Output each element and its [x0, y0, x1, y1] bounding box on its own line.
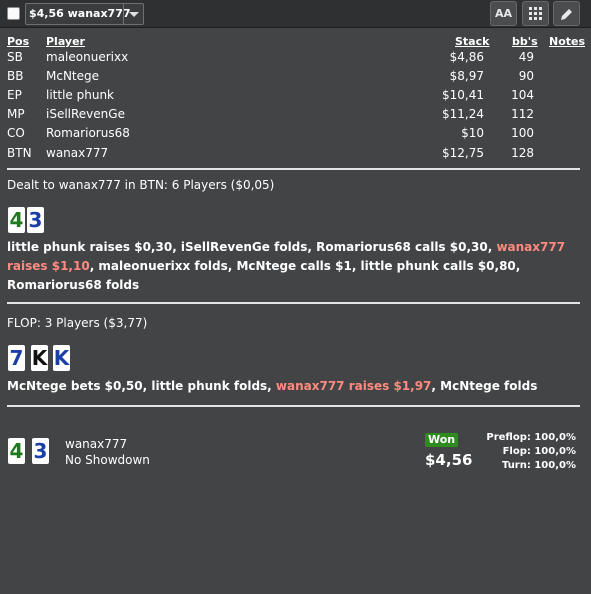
hero-card-1: 4	[8, 207, 25, 233]
board-card-2: K	[31, 345, 48, 371]
flop-actions: McNtege bets $0,50, little phunk folds, …	[7, 377, 567, 396]
row-bbs: 100	[511, 126, 534, 140]
equity-flop: Flop: 100,0%	[502, 446, 576, 457]
table-row: BTN wanax777 $12,75 128	[0, 146, 591, 165]
preflop-header: Dealt to wanax777 in BTN: 6 Players ($0,…	[7, 178, 275, 192]
row-pos: CO	[7, 126, 25, 140]
row-pos: EP	[7, 88, 22, 102]
hero-card-2: 3	[27, 207, 44, 233]
hand-select[interactable]: $4,56 wanax777	[25, 3, 144, 25]
grid-icon	[529, 7, 542, 20]
font-size-button[interactable]: AA	[490, 1, 517, 26]
row-player: McNtege	[46, 69, 100, 83]
row-pos: SB	[7, 50, 23, 64]
header-notes: Notes	[549, 35, 586, 48]
row-stack: $8,97	[449, 69, 484, 83]
select-checkbox[interactable]	[7, 7, 20, 20]
board-card-3: K	[53, 345, 70, 371]
section-divider	[7, 405, 580, 407]
equity-preflop: Preflop: 100,0%	[486, 432, 576, 443]
toolbar: $4,56 wanax777 AA	[0, 0, 591, 28]
row-player: maleonuerixx	[46, 50, 129, 64]
board-card-1: 7	[8, 345, 25, 371]
row-pos: BTN	[7, 146, 32, 160]
pencil-icon	[561, 9, 572, 20]
equity-turn: Turn: 100,0%	[501, 460, 576, 471]
row-stack: $11,24	[442, 107, 484, 121]
section-divider	[7, 168, 580, 170]
row-player: Romariorus68	[46, 126, 130, 140]
header-bbs: bb's	[512, 35, 538, 48]
section-divider	[7, 302, 580, 304]
row-bbs: 112	[511, 107, 534, 121]
row-player: iSellRevenGe	[46, 107, 125, 121]
table-row: EP little phunk $10,41 104	[0, 88, 591, 107]
header-pos: Pos	[7, 35, 30, 48]
preflop-actions-text: little phunk raises $0,30, iSellRevenGe …	[7, 240, 497, 254]
flop-hero-action: wanax777 raises $1,97	[275, 379, 432, 393]
row-pos: BB	[7, 69, 24, 83]
header-stack: Stack	[455, 35, 490, 48]
row-bbs: 128	[511, 146, 534, 160]
table-row: BB McNtege $8,97 90	[0, 69, 591, 88]
flop-actions-text-2: , McNtege folds	[431, 379, 538, 393]
result-card-2: 3	[32, 438, 49, 464]
flop-actions-text: McNtege bets $0,50, little phunk folds,	[7, 379, 276, 393]
row-stack: $12,75	[442, 146, 484, 160]
header-player: Player	[46, 35, 85, 48]
hand-select-value: $4,56 wanax777	[29, 7, 131, 20]
row-stack: $4,86	[449, 50, 484, 64]
result-player: wanax777	[65, 437, 128, 451]
row-bbs: 104	[511, 88, 534, 102]
chevron-down-icon[interactable]	[123, 4, 143, 24]
row-player: wanax777	[46, 146, 109, 160]
result-showdown: No Showdown	[65, 453, 150, 467]
edit-button[interactable]	[553, 1, 580, 26]
grid-button[interactable]	[522, 1, 549, 26]
table-row: CO Romariorus68 $10 100	[0, 126, 591, 145]
table-row: SB maleonuerixx $4,86 49	[0, 50, 591, 69]
preflop-actions: little phunk raises $0,30, iSellRevenGe …	[7, 238, 567, 295]
flop-header: FLOP: 3 Players ($3,77)	[7, 316, 148, 330]
won-amount: $4,56	[425, 451, 473, 469]
won-badge: Won	[425, 433, 459, 447]
row-stack: $10	[461, 126, 484, 140]
row-bbs: 49	[518, 50, 534, 64]
result-card-1: 4	[8, 438, 25, 464]
row-stack: $10,41	[442, 88, 484, 102]
table-row: MP iSellRevenGe $11,24 112	[0, 107, 591, 126]
row-pos: MP	[7, 107, 25, 121]
font-size-icon: AA	[494, 7, 513, 20]
row-bbs: 90	[518, 69, 534, 83]
row-player: little phunk	[46, 88, 114, 102]
